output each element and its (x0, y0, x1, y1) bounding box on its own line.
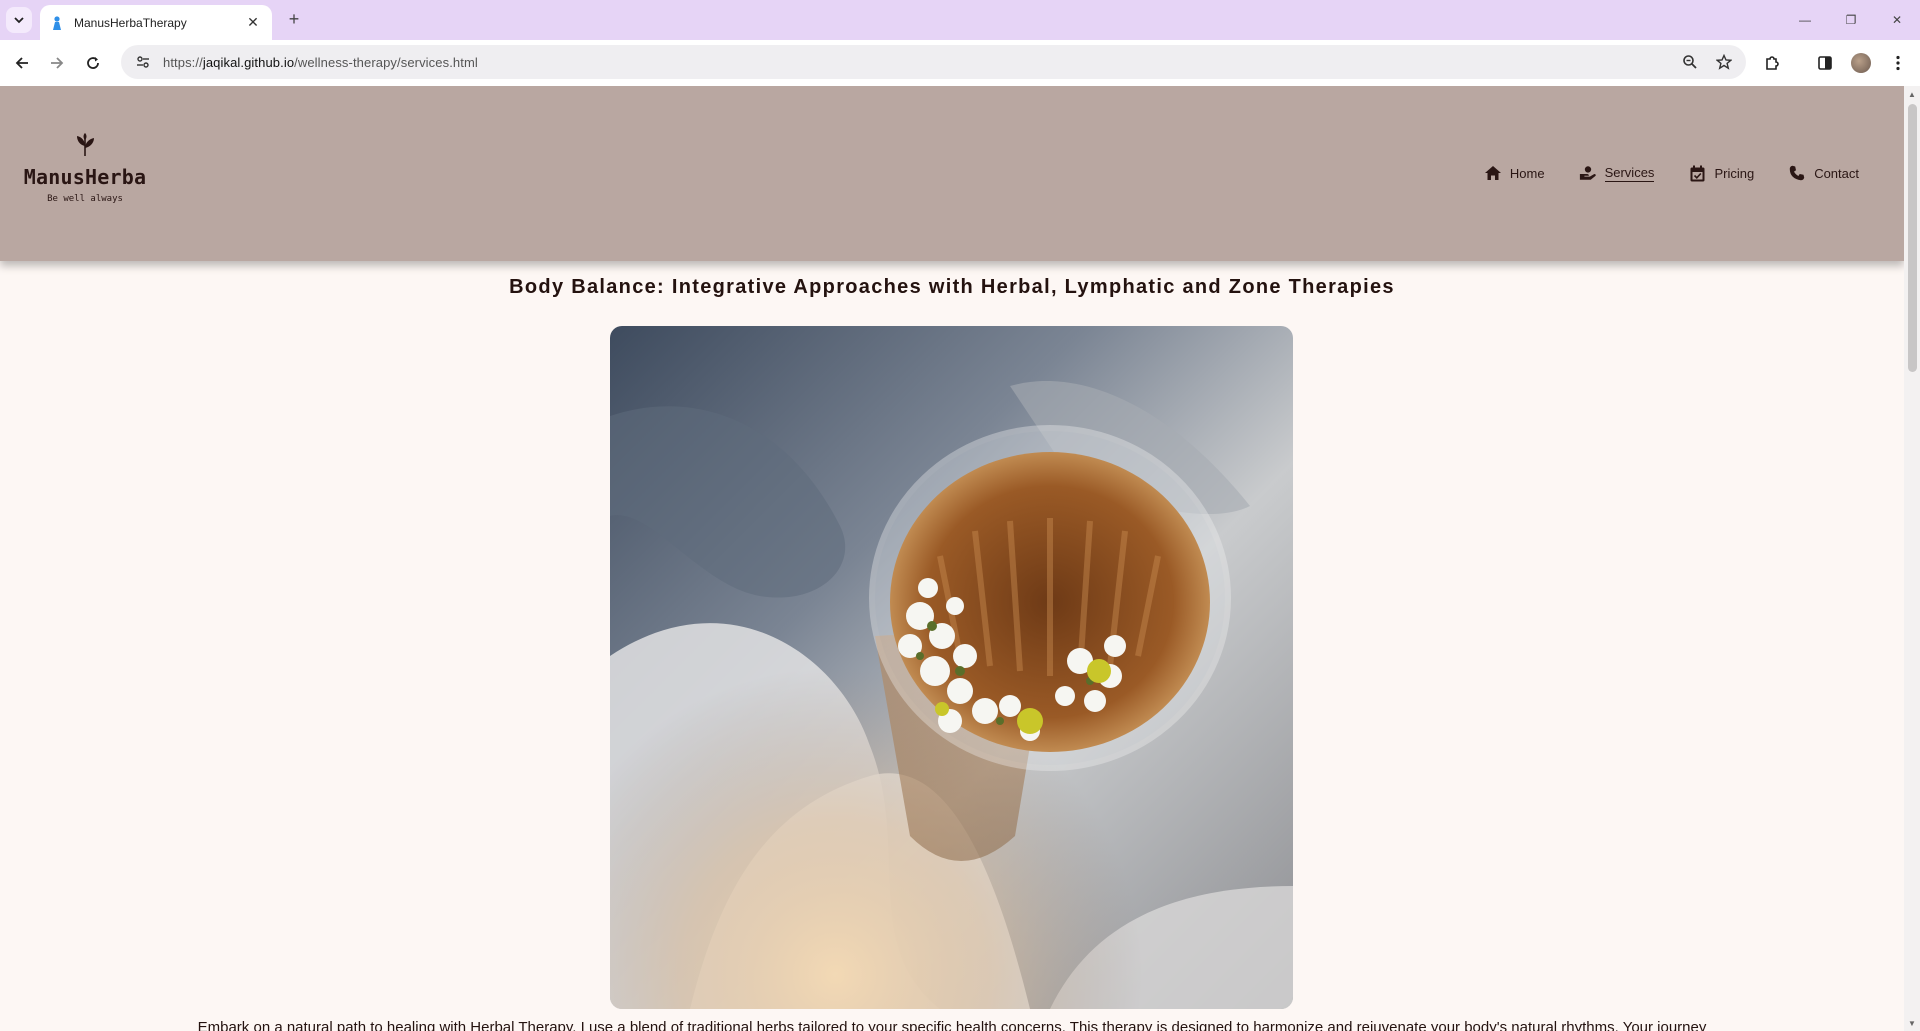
calendar-icon (1688, 164, 1706, 182)
nav-contact[interactable]: Contact (1788, 164, 1859, 185)
home-icon (1484, 164, 1502, 182)
tab-search-button[interactable] (6, 7, 32, 33)
url-text: https://jaqikal.github.io/wellness-thera… (163, 55, 478, 70)
new-tab-button[interactable]: + (282, 8, 306, 32)
reload-button[interactable] (81, 51, 105, 75)
main-nav: Home Services Pricing Contact (1484, 164, 1859, 185)
back-button[interactable] (10, 51, 34, 75)
scroll-down-arrow-icon[interactable]: ▼ (1904, 1015, 1920, 1031)
puzzle-icon (1766, 56, 1779, 70)
nav-pricing-label: Pricing (1714, 165, 1755, 181)
page-viewport: ManusHerba Be well always Home Services (0, 86, 1904, 1031)
url-path: /wellness-therapy/services.html (294, 54, 478, 70)
site-header: ManusHerba Be well always Home Services (0, 86, 1904, 261)
hero-image (610, 326, 1293, 1009)
nav-home-label: Home (1509, 165, 1545, 181)
nav-services[interactable]: Services (1579, 164, 1655, 185)
intro-paragraph: Embark on a natural path to healing with… (197, 1019, 1707, 1031)
address-bar[interactable]: https://jaqikal.github.io/wellness-thera… (121, 45, 1746, 79)
browser-toolbar: https://jaqikal.github.io/wellness-thera… (0, 40, 1920, 86)
minimize-button[interactable]: — (1782, 0, 1828, 40)
zoom-icon[interactable] (1680, 52, 1700, 72)
scroll-thumb[interactable] (1908, 104, 1917, 372)
restore-button[interactable]: ❐ (1828, 0, 1874, 40)
browser-tabstrip: ManusHerbaTherapy ✕ + — ❐ ✕ (0, 0, 1920, 40)
tab-close-icon[interactable]: ✕ (244, 14, 262, 31)
more-vert-icon (1896, 55, 1900, 71)
bookmark-star-icon[interactable] (1714, 52, 1734, 72)
page-scrollbar[interactable]: ▲ ▼ (1904, 86, 1920, 1031)
close-window-button[interactable]: ✕ (1874, 0, 1920, 40)
url-scheme: https:// (163, 54, 203, 70)
leaf-logo-icon (77, 133, 94, 157)
forward-button[interactable] (45, 51, 69, 75)
side-panel-icon (1818, 56, 1832, 70)
site-settings-icon[interactable] (133, 52, 153, 72)
browser-tab-active[interactable]: ManusHerbaTherapy ✕ (40, 5, 272, 40)
page-title: Body Balance: Integrative Approaches wit… (509, 276, 1395, 298)
nav-home[interactable]: Home (1484, 164, 1545, 185)
side-panel-button[interactable] (1813, 51, 1837, 75)
scroll-up-arrow-icon[interactable]: ▲ (1904, 86, 1920, 102)
hand-holding-icon (1579, 164, 1597, 182)
url-host: jaqikal.github.io (202, 54, 295, 70)
arrow-right-icon (51, 57, 64, 69)
phone-icon (1788, 164, 1806, 182)
person-favicon-icon (50, 15, 64, 30)
nav-services-label: Services (1604, 164, 1655, 182)
herbal-tea-image (610, 326, 1293, 1009)
reload-icon (87, 57, 99, 69)
logo-name: ManusHerba (23, 165, 147, 189)
avatar (1851, 53, 1871, 73)
arrow-left-icon (15, 57, 28, 69)
nav-pricing[interactable]: Pricing (1688, 164, 1754, 185)
browser-menu-button[interactable] (1886, 51, 1910, 75)
extensions-button[interactable] (1760, 51, 1784, 75)
window-controls: — ❐ ✕ (1782, 0, 1920, 40)
nav-contact-label: Contact (1814, 165, 1859, 181)
tab-title: ManusHerbaTherapy (74, 15, 187, 30)
site-logo[interactable]: ManusHerba Be well always (21, 132, 149, 204)
chevron-down-icon (14, 17, 24, 24)
logo-tagline: Be well always (47, 194, 123, 204)
profile-button[interactable] (1849, 51, 1873, 75)
